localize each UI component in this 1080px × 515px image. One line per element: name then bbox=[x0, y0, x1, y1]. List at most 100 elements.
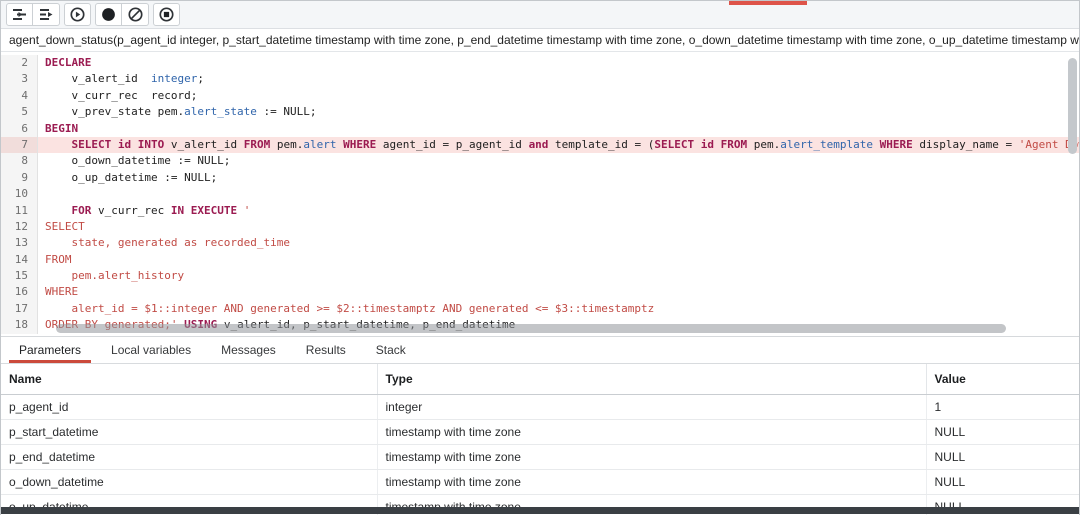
param-value-cell[interactable]: NULL bbox=[926, 469, 1079, 494]
line-number[interactable]: 10 bbox=[1, 186, 38, 202]
toolbar-button-group bbox=[6, 3, 60, 26]
line-number[interactable]: 17 bbox=[1, 301, 38, 317]
line-number[interactable]: 2 bbox=[1, 55, 38, 71]
table-row[interactable]: p_end_datetimetimestamp with time zoneNU… bbox=[1, 444, 1079, 469]
code-text: o_up_datetime := NULL; bbox=[38, 170, 1079, 186]
line-number[interactable]: 13 bbox=[1, 235, 38, 251]
code-line[interactable]: 10 bbox=[1, 186, 1079, 202]
line-number[interactable]: 11 bbox=[1, 203, 38, 219]
line-number[interactable]: 5 bbox=[1, 104, 38, 120]
toggle-breakpoint-button[interactable] bbox=[95, 3, 122, 26]
param-name-cell: p_agent_id bbox=[1, 394, 377, 419]
vertical-scrollbar-thumb[interactable] bbox=[1068, 58, 1077, 154]
table-row[interactable]: o_down_datetimetimestamp with time zoneN… bbox=[1, 469, 1079, 494]
code-line[interactable]: 14FROM bbox=[1, 252, 1079, 268]
statusbar-clipped bbox=[1, 507, 1079, 514]
code-line[interactable]: 4 v_curr_rec record; bbox=[1, 88, 1079, 104]
code-text: state, generated as recorded_time bbox=[38, 235, 1079, 251]
code-line[interactable]: 9 o_up_datetime := NULL; bbox=[1, 170, 1079, 186]
param-type-cell: timestamp with time zone bbox=[377, 419, 926, 444]
code-text: FROM bbox=[38, 252, 1079, 268]
continue-button[interactable] bbox=[64, 3, 91, 26]
code-line[interactable]: 2DECLARE bbox=[1, 55, 1079, 71]
function-signature-text: agent_down_status(p_agent_id integer, p_… bbox=[9, 33, 1079, 47]
step-over-icon bbox=[39, 8, 54, 21]
code-line[interactable]: 16WHERE bbox=[1, 284, 1079, 300]
code-text: pem.alert_history bbox=[38, 268, 1079, 284]
param-value-cell[interactable]: NULL bbox=[926, 419, 1079, 444]
code-text: v_prev_state pem.alert_state := NULL; bbox=[38, 104, 1079, 120]
horizontal-scrollbar[interactable] bbox=[1, 324, 1079, 334]
stop-icon bbox=[159, 7, 174, 22]
continue-icon bbox=[70, 7, 85, 22]
param-value-cell[interactable]: 1 bbox=[926, 394, 1079, 419]
line-number[interactable]: 6 bbox=[1, 121, 38, 137]
code-line[interactable]: 3 v_alert_id integer; bbox=[1, 71, 1079, 87]
code-text: DECLARE bbox=[38, 55, 1079, 71]
tab-local-variables[interactable]: Local variables bbox=[101, 337, 201, 363]
debugger-toolbar bbox=[1, 1, 1079, 29]
toolbar-button-group bbox=[64, 3, 91, 26]
param-name-cell: p_end_datetime bbox=[1, 444, 377, 469]
param-type-cell: integer bbox=[377, 394, 926, 419]
stop-button[interactable] bbox=[153, 3, 180, 26]
code-line[interactable]: 8 o_down_datetime := NULL; bbox=[1, 153, 1079, 169]
code-line[interactable]: 13 state, generated as recorded_time bbox=[1, 235, 1079, 251]
column-header-type[interactable]: Type bbox=[377, 364, 926, 394]
tab-results[interactable]: Results bbox=[296, 337, 356, 363]
step-over-button[interactable] bbox=[33, 3, 60, 26]
line-number[interactable]: 16 bbox=[1, 284, 38, 300]
code-line[interactable]: 6BEGIN bbox=[1, 121, 1079, 137]
code-text: o_down_datetime := NULL; bbox=[38, 153, 1079, 169]
line-number[interactable]: 3 bbox=[1, 71, 38, 87]
line-number[interactable]: 14 bbox=[1, 252, 38, 268]
breakpoint-icon bbox=[101, 7, 116, 22]
param-name-cell: o_down_datetime bbox=[1, 469, 377, 494]
tab-parameters[interactable]: Parameters bbox=[9, 337, 91, 363]
code-text bbox=[38, 186, 1079, 202]
horizontal-scrollbar-thumb[interactable] bbox=[56, 324, 1006, 333]
step-into-button[interactable] bbox=[6, 3, 33, 26]
table-row[interactable]: p_agent_idinteger1 bbox=[1, 394, 1079, 419]
vertical-scrollbar[interactable] bbox=[1067, 54, 1077, 332]
debugger-panel-tabs: Parameters Local variables Messages Results… bbox=[1, 337, 1079, 364]
code-text: FOR v_curr_rec IN EXECUTE ' bbox=[38, 203, 1079, 219]
param-name-cell: p_start_datetime bbox=[1, 419, 377, 444]
code-line[interactable]: 12SELECT bbox=[1, 219, 1079, 235]
code-text: SELECT bbox=[38, 219, 1079, 235]
tab-stack[interactable]: Stack bbox=[366, 337, 416, 363]
code-line[interactable]: 11 FOR v_curr_rec IN EXECUTE ' bbox=[1, 203, 1079, 219]
code-line-current[interactable]: 7 SELECT id INTO v_alert_id FROM pem.ale… bbox=[1, 137, 1079, 153]
line-number[interactable]: 9 bbox=[1, 170, 38, 186]
function-signature-bar: agent_down_status(p_agent_id integer, p_… bbox=[1, 29, 1079, 52]
clear-breakpoints-icon bbox=[128, 7, 143, 22]
param-type-cell: timestamp with time zone bbox=[377, 469, 926, 494]
parameters-table: NameTypeValue p_agent_idinteger1p_start_… bbox=[1, 364, 1079, 515]
code-text: v_curr_rec record; bbox=[38, 88, 1079, 104]
param-value-cell[interactable]: NULL bbox=[926, 444, 1079, 469]
line-number[interactable]: 15 bbox=[1, 268, 38, 284]
parameters-table-header-row: NameTypeValue bbox=[1, 364, 1079, 394]
tab-messages[interactable]: Messages bbox=[211, 337, 286, 363]
code-text: SELECT id INTO v_alert_id FROM pem.alert… bbox=[38, 137, 1079, 153]
line-number[interactable]: 4 bbox=[1, 88, 38, 104]
toolbar-button-group bbox=[153, 3, 180, 26]
column-header-name[interactable]: Name bbox=[1, 364, 377, 394]
table-row[interactable]: p_start_datetimetimestamp with time zone… bbox=[1, 419, 1079, 444]
code-line[interactable]: 17 alert_id = $1::integer AND generated … bbox=[1, 301, 1079, 317]
code-text: alert_id = $1::integer AND generated >= … bbox=[38, 301, 1079, 317]
active-tab-indicator-clipped bbox=[729, 1, 807, 5]
line-number[interactable]: 7 bbox=[1, 137, 38, 153]
clear-breakpoints-button[interactable] bbox=[122, 3, 149, 26]
step-into-icon bbox=[12, 8, 27, 21]
code-text: v_alert_id integer; bbox=[38, 71, 1079, 87]
code-line[interactable]: 5 v_prev_state pem.alert_state := NULL; bbox=[1, 104, 1079, 120]
code-editor[interactable]: 2DECLARE3 v_alert_id integer;4 v_curr_re… bbox=[1, 52, 1079, 337]
code-lines-container[interactable]: 2DECLARE3 v_alert_id integer;4 v_curr_re… bbox=[1, 52, 1079, 334]
toolbar-button-group bbox=[95, 3, 149, 26]
param-type-cell: timestamp with time zone bbox=[377, 444, 926, 469]
code-line[interactable]: 15 pem.alert_history bbox=[1, 268, 1079, 284]
column-header-value[interactable]: Value bbox=[926, 364, 1079, 394]
line-number[interactable]: 8 bbox=[1, 153, 38, 169]
line-number[interactable]: 12 bbox=[1, 219, 38, 235]
